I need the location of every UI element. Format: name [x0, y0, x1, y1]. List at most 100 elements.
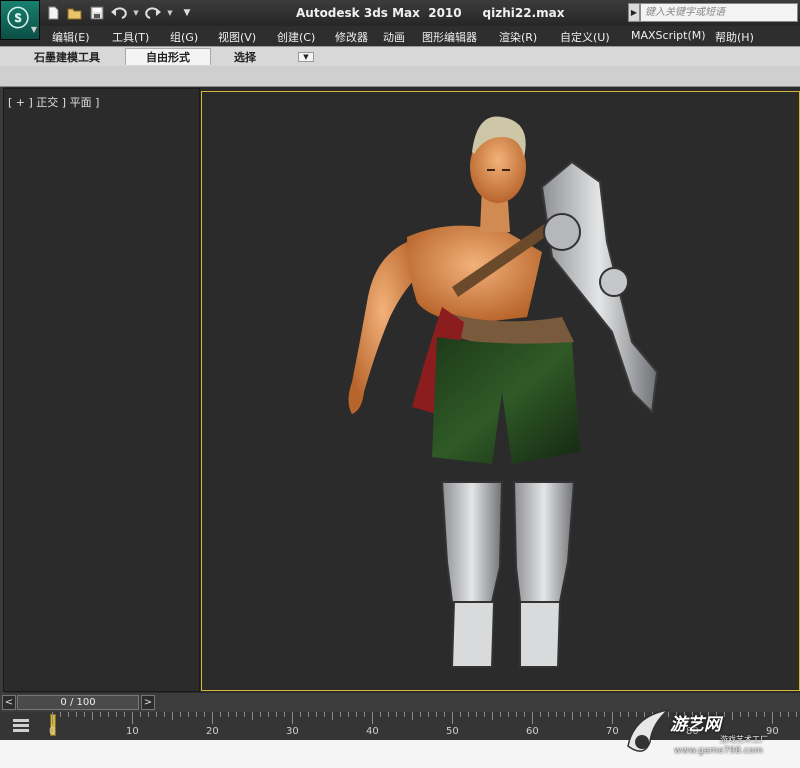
- ruler-tick: [268, 712, 269, 717]
- save-icon[interactable]: [88, 4, 106, 22]
- ruler-tick: [316, 712, 317, 717]
- ruler-tick: [236, 712, 237, 717]
- ruler-tick: [436, 712, 437, 717]
- ruler-tick: [412, 712, 413, 720]
- ruler-tick: [596, 712, 597, 717]
- tab-graphite-modeling-tools[interactable]: 石墨建模工具: [34, 48, 100, 65]
- ruler-tick: [404, 712, 405, 717]
- ruler-tick: [492, 712, 493, 720]
- ruler-tick: [460, 712, 461, 717]
- new-file-icon[interactable]: [44, 4, 62, 22]
- ruler-tick: [332, 712, 333, 720]
- ruler-tick: [612, 712, 613, 724]
- ruler-tick: [396, 712, 397, 717]
- ruler-tick: [100, 712, 101, 717]
- menu-tools[interactable]: 工具(T): [112, 29, 149, 45]
- search-expand-icon[interactable]: ▶: [628, 3, 640, 22]
- menu-customize[interactable]: 自定义(U): [560, 29, 610, 45]
- ruler-tick: [132, 712, 133, 724]
- ruler-tick: [508, 712, 509, 717]
- prev-frame-button[interactable]: <: [2, 695, 16, 710]
- menu-bar: 编辑(E) 工具(T) 组(G) 视图(V) 创建(C) 修改器 动画 图形编辑…: [40, 26, 800, 46]
- ruler-tick: [228, 712, 229, 717]
- redo-dropdown-icon[interactable]: ▼: [166, 4, 174, 22]
- ruler-tick: [380, 712, 381, 717]
- ruler-tick: [252, 712, 253, 720]
- viewport-label[interactable]: [ + ] 正交 ] 平面 ]: [8, 94, 99, 110]
- menu-modifiers[interactable]: 修改器: [335, 29, 368, 45]
- ruler-label: 20: [206, 726, 219, 737]
- ruler-label: 40: [366, 726, 379, 737]
- tab-selection[interactable]: 选择: [234, 48, 256, 65]
- ruler-tick: [500, 712, 501, 717]
- ruler-tick: [84, 712, 85, 717]
- ruler-label: 30: [286, 726, 299, 737]
- menu-graph-editors[interactable]: 图形编辑器: [422, 29, 477, 45]
- watermark-url: www.game798.com: [674, 746, 763, 756]
- ruler-tick: [468, 712, 469, 717]
- watermark-logo: 游艺网 游戏艺术工厂 www.game798.com: [624, 706, 800, 766]
- ruler-tick: [52, 712, 53, 724]
- menu-help[interactable]: 帮助(H): [715, 29, 754, 45]
- search-box: ▶: [628, 3, 798, 22]
- ruler-tick: [428, 712, 429, 717]
- ruler-tick: [484, 712, 485, 717]
- ruler-tick: [276, 712, 277, 717]
- ruler-tick: [68, 712, 69, 717]
- ruler-tick: [124, 712, 125, 717]
- menu-edit[interactable]: 编辑(E): [52, 29, 90, 45]
- viewport-left[interactable]: [ + ] 正交 ] 平面 ]: [3, 88, 200, 692]
- search-input[interactable]: [640, 3, 798, 22]
- window-title: Autodesk 3ds Max 2010 qizhi22.max: [296, 6, 565, 20]
- ribbon-tab-strip: 石墨建模工具 自由形式 选择 ▼: [0, 46, 800, 67]
- time-slider[interactable]: 0 / 100: [17, 695, 139, 710]
- character-model: [348, 116, 659, 668]
- ruler-tick: [604, 712, 605, 717]
- title-bar: ⓢ ▼ ▼ ▼ ▼ Autodesk 3ds Max 2010 qizhi22.…: [0, 0, 800, 40]
- menu-views[interactable]: 视图(V): [218, 29, 256, 45]
- menu-animation[interactable]: 动画: [383, 29, 405, 45]
- ribbon-dropdown-icon[interactable]: ▼: [298, 52, 314, 62]
- ruler-tick: [284, 712, 285, 717]
- ruler-tick: [356, 712, 357, 717]
- ruler-tick: [388, 712, 389, 717]
- watermark-name: 游艺网: [670, 715, 721, 735]
- ruler-tick: [324, 712, 325, 717]
- ruler-label: 0: [49, 726, 56, 737]
- menu-maxscript[interactable]: MAXScript(M): [631, 29, 706, 42]
- menu-rendering[interactable]: 渲染(R): [499, 29, 537, 45]
- ruler-tick: [164, 712, 165, 717]
- ruler-tick: [540, 712, 541, 717]
- menu-create[interactable]: 创建(C): [277, 29, 315, 45]
- ruler-tick: [364, 712, 365, 717]
- ruler-tick: [188, 712, 189, 717]
- ruler-tick: [564, 712, 565, 717]
- ruler-tick: [308, 712, 309, 717]
- ruler-tick: [140, 712, 141, 717]
- ruler-tick: [156, 712, 157, 717]
- open-file-icon[interactable]: [66, 4, 84, 22]
- ruler-tick: [476, 712, 477, 717]
- ruler-tick: [588, 712, 589, 717]
- ruler-tick: [516, 712, 517, 717]
- undo-icon[interactable]: [110, 4, 128, 22]
- ruler-tick: [212, 712, 213, 724]
- ruler-label: 70: [606, 726, 619, 737]
- ruler-tick: [300, 712, 301, 717]
- menu-group[interactable]: 组(G): [170, 29, 198, 45]
- track-bar-toggle-icon[interactable]: [12, 716, 30, 734]
- customize-dropdown-icon[interactable]: ▼: [178, 4, 196, 22]
- tab-freeform[interactable]: 自由形式: [125, 48, 211, 65]
- ruler-tick: [572, 712, 573, 720]
- redo-icon[interactable]: [144, 4, 162, 22]
- undo-dropdown-icon[interactable]: ▼: [132, 4, 140, 22]
- ruler-tick: [372, 712, 373, 724]
- ruler-tick: [580, 712, 581, 717]
- viewport-perspective[interactable]: [201, 91, 800, 691]
- next-frame-button[interactable]: >: [141, 695, 155, 710]
- ruler-tick: [148, 712, 149, 717]
- ruler-tick: [108, 712, 109, 717]
- app-logo-icon[interactable]: ⓢ ▼: [0, 0, 40, 40]
- ruler-tick: [548, 712, 549, 717]
- ruler-tick: [556, 712, 557, 717]
